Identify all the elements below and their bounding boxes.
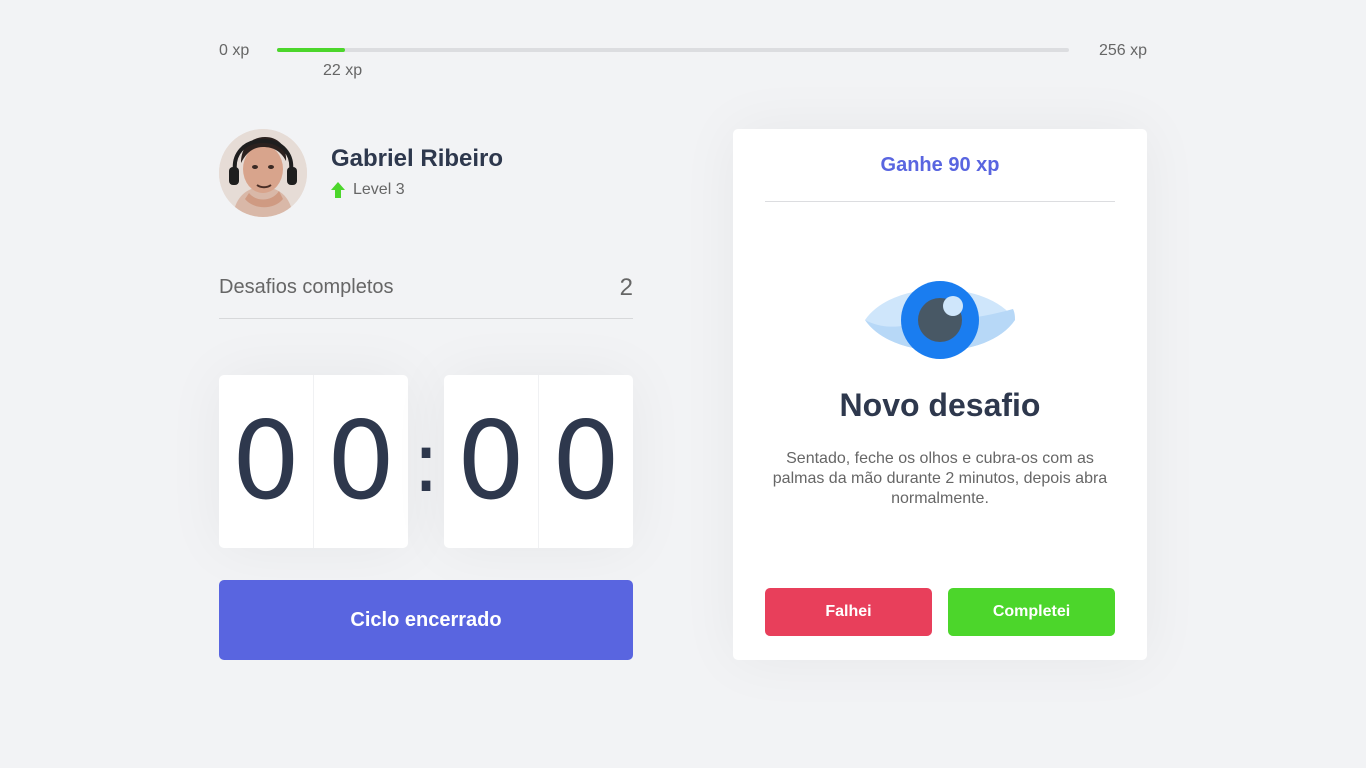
profile-level: Level 3 [331, 181, 405, 199]
countdown-second-ones: 0 [551, 399, 621, 524]
experience-fill [277, 48, 346, 52]
cycle-finished-button[interactable]: Ciclo encerrado [219, 580, 633, 660]
experience-max-label: 256 xp [1098, 42, 1147, 59]
challenge-card: Ganhe 90 xp Novo desafio Sentado, feche … [733, 129, 1147, 660]
challenge-failed-button[interactable]: Falhei [765, 588, 932, 636]
challenge-succeeded-button[interactable]: Completei [948, 588, 1115, 636]
profile-name: Gabriel Ribeiro [331, 145, 504, 172]
avatar [219, 129, 307, 217]
completed-challenges-label: Desafios completos [219, 276, 394, 298]
profile: Gabriel Ribeiro Level 3 [219, 129, 639, 217]
countdown-minute-ones: 0 [326, 399, 396, 524]
eye-icon [865, 281, 1015, 359]
countdown-minute-tens: 0 [219, 375, 314, 548]
countdown-second-tens: 0 [444, 375, 539, 548]
countdown-separator: : [411, 412, 441, 511]
completed-challenges: Desafios completos 2 [219, 272, 633, 319]
completed-challenges-count: 2 [619, 274, 633, 301]
experience-bar: 0 xp 22 xp 256 xp [219, 40, 1147, 80]
experience-min-label: 0 xp [219, 42, 250, 59]
avatar-photo [219, 129, 307, 217]
profile-level-label: Level 3 [353, 181, 405, 198]
countdown: 0 0 : 0 0 [219, 375, 633, 548]
challenge-actions: Falhei Completei [765, 588, 1115, 636]
level-up-arrow-icon [331, 182, 345, 198]
experience-track [277, 48, 1069, 52]
countdown-seconds: 0 0 [444, 375, 633, 548]
countdown-minutes: 0 0 [219, 375, 408, 548]
challenge-title: Novo desafio [839, 387, 1041, 423]
challenge-description: Sentado, feche os olhos e cubra-os com a… [772, 450, 1108, 507]
experience-current-label: 22 xp [323, 62, 363, 79]
challenge-reward: Ganhe 90 xp [765, 129, 1115, 202]
